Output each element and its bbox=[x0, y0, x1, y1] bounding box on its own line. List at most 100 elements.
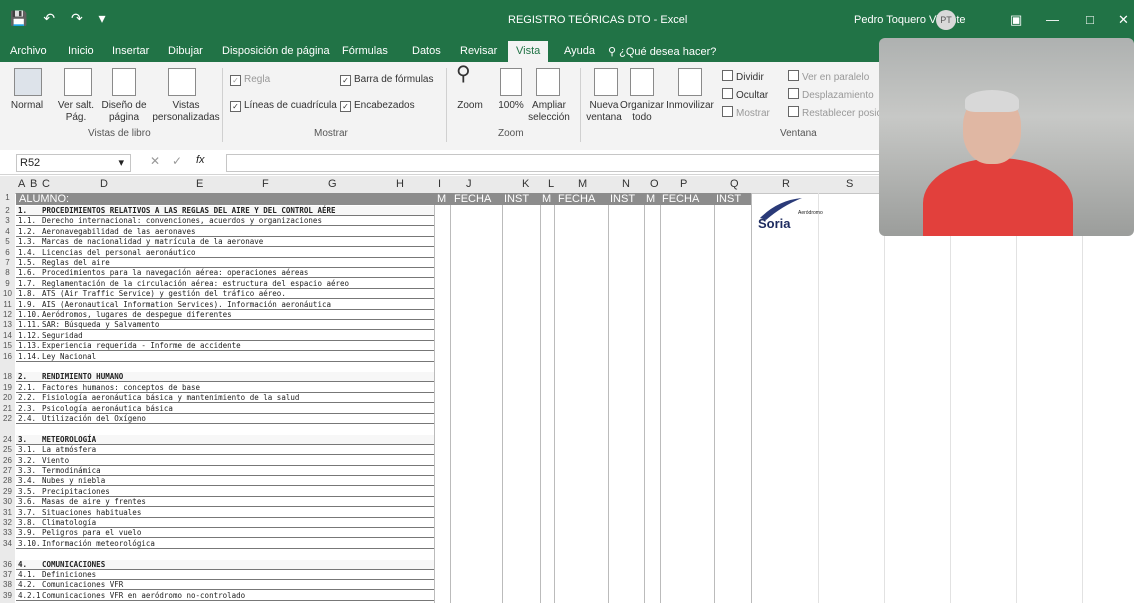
table-row[interactable]: 1.4. Licencias del personal aeronáutico bbox=[16, 248, 434, 258]
freeze-panes-icon[interactable] bbox=[678, 68, 702, 96]
cancel-icon[interactable]: ✕ bbox=[150, 154, 160, 168]
table-row[interactable]: 2. RENDIMIENTO HUMANO bbox=[16, 372, 434, 383]
tab-vista[interactable]: Vista bbox=[508, 41, 549, 62]
row-number[interactable]: 13 bbox=[0, 320, 15, 329]
reset-position-button[interactable]: Restablecer posic bbox=[788, 106, 881, 120]
column-header[interactable]: S bbox=[846, 178, 853, 190]
row-number[interactable]: 16 bbox=[0, 352, 15, 361]
table-row[interactable]: 1. PROCEDIMIENTOS RELATIVOS A LAS REGLAS … bbox=[16, 206, 434, 216]
normal-view-icon[interactable] bbox=[14, 68, 42, 96]
tab-datos[interactable]: Datos bbox=[412, 45, 441, 57]
column-header[interactable]: Q bbox=[730, 178, 739, 190]
row-number[interactable]: 32 bbox=[0, 518, 15, 527]
table-row[interactable]: 1.13. Experiencia requerida - Informe de … bbox=[16, 341, 434, 352]
table-row[interactable]: 3.1. La atmósfera bbox=[16, 445, 434, 456]
row-number[interactable]: 24 bbox=[0, 435, 15, 444]
column-header[interactable]: R bbox=[782, 178, 790, 190]
row-number[interactable]: 29 bbox=[0, 487, 15, 496]
row-number[interactable]: 14 bbox=[0, 331, 15, 340]
column-header[interactable]: B bbox=[30, 178, 37, 190]
row-number[interactable]: 25 bbox=[0, 445, 15, 454]
headings-checkbox[interactable]: ✓ Encabezados bbox=[340, 100, 415, 112]
row-number[interactable]: 1 bbox=[0, 193, 15, 202]
column-header[interactable]: I bbox=[438, 178, 441, 190]
name-box[interactable]: R52 ▾ bbox=[16, 154, 131, 172]
custom-views-button[interactable]: Vistas personalizadas bbox=[146, 100, 226, 124]
row-number[interactable]: 38 bbox=[0, 580, 15, 589]
row-number[interactable]: 11 bbox=[0, 300, 15, 309]
column-header[interactable]: M bbox=[578, 178, 587, 190]
ribbon-display-icon[interactable]: ▣ bbox=[1010, 12, 1022, 28]
table-row[interactable]: 4.1. Definiciones bbox=[16, 570, 434, 580]
hide-button[interactable]: Ocultar bbox=[722, 88, 768, 102]
row-number[interactable]: 36 bbox=[0, 560, 15, 569]
column-header[interactable]: J bbox=[466, 178, 472, 190]
column-header[interactable]: K bbox=[522, 178, 529, 190]
row-number[interactable]: 21 bbox=[0, 404, 15, 413]
table-row[interactable]: 1.7. Reglamentación de la circulación aér… bbox=[16, 279, 434, 289]
zoom-button[interactable]: Zoom bbox=[452, 100, 488, 112]
table-row[interactable]: 1.1. Derecho internacional: convenciones,… bbox=[16, 216, 434, 227]
quick-access-toolbar[interactable]: 💾 ↶ ↷ ▾ bbox=[10, 10, 112, 27]
tab-dibujar[interactable]: Dibujar bbox=[168, 45, 203, 57]
column-header[interactable]: E bbox=[196, 178, 203, 190]
table-row[interactable]: 3.9. Peligros para el vuelo bbox=[16, 528, 434, 539]
row-number[interactable]: 22 bbox=[0, 414, 15, 423]
regla-checkbox[interactable]: ✓ Regla bbox=[230, 74, 270, 86]
table-row[interactable]: 1.6. Procedimientos para la navegación aé… bbox=[16, 268, 434, 279]
row-number[interactable]: 34 bbox=[0, 539, 15, 548]
normal-view-button[interactable]: Normal bbox=[2, 100, 52, 112]
column-header[interactable]: O bbox=[650, 178, 659, 190]
row-number[interactable]: 20 bbox=[0, 393, 15, 402]
page-layout-icon[interactable] bbox=[112, 68, 136, 96]
avatar[interactable]: PT bbox=[936, 10, 956, 30]
table-row[interactable]: 1.12. Seguridad bbox=[16, 331, 434, 341]
table-row[interactable]: 1.8. ATS (Air Traffic Service) y gestión … bbox=[16, 289, 434, 300]
column-header[interactable]: N bbox=[622, 178, 630, 190]
row-number[interactable]: 12 bbox=[0, 310, 15, 319]
table-row[interactable]: 3.10. Información meteorológica bbox=[16, 539, 434, 549]
table-row[interactable]: 4.2. Comunicaciones VFR bbox=[16, 580, 434, 591]
arrange-all-icon[interactable] bbox=[630, 68, 654, 96]
table-row[interactable]: 2.3. Psicología aeronáutica básica bbox=[16, 404, 434, 414]
table-row[interactable]: 1.11. SAR: Búsqueda y Salvamento bbox=[16, 320, 434, 331]
tab-inicio[interactable]: Inicio bbox=[68, 45, 94, 57]
row-number[interactable]: 2 bbox=[0, 206, 15, 215]
tab-disposicion[interactable]: Disposición de página bbox=[222, 45, 330, 57]
table-row[interactable]: 3.6. Masas de aire y frentes bbox=[16, 497, 434, 508]
maximize-icon[interactable]: □ bbox=[1086, 12, 1094, 27]
tab-revisar[interactable]: Revisar bbox=[460, 45, 497, 57]
worksheet[interactable]: A B C D E F G H I J K L M N O P Q R S 12… bbox=[0, 176, 1134, 603]
row-number[interactable]: 19 bbox=[0, 383, 15, 392]
row-number[interactable]: 9 bbox=[0, 279, 15, 288]
row-number[interactable]: 3 bbox=[0, 216, 15, 225]
new-window-icon[interactable] bbox=[594, 68, 618, 96]
gridlines-checkbox[interactable]: ✓ Líneas de cuadrícula bbox=[230, 100, 337, 112]
row-number[interactable]: 28 bbox=[0, 476, 15, 485]
tab-formulas[interactable]: Fórmulas bbox=[342, 45, 388, 57]
column-header[interactable]: C bbox=[42, 178, 50, 190]
table-row[interactable]: 3. METEOROLOGÍA bbox=[16, 434, 434, 445]
table-row[interactable]: 1.3. Marcas de nacionalidad y matrícula d… bbox=[16, 237, 434, 248]
table-row[interactable]: 1.14. Ley Nacional bbox=[16, 352, 434, 362]
row-number[interactable]: 27 bbox=[0, 466, 15, 475]
table-row[interactable]: 3.5. Precipitaciones bbox=[16, 487, 434, 497]
table-row[interactable]: 1.5. Reglas del aire bbox=[16, 258, 434, 268]
table-row[interactable]: 3.7. Situaciones habituales bbox=[16, 508, 434, 518]
zoom-selection-button[interactable]: Ampliar selección bbox=[524, 100, 574, 124]
enter-icon[interactable]: ✓ bbox=[172, 154, 182, 168]
row-number[interactable]: 10 bbox=[0, 289, 15, 298]
custom-views-icon[interactable] bbox=[168, 68, 196, 96]
column-header[interactable]: H bbox=[396, 178, 404, 190]
table-row[interactable]: 3.3. Termodinámica bbox=[16, 466, 434, 476]
table-row[interactable]: 2.1. Factores humanos: conceptos de base bbox=[16, 383, 434, 393]
table-row[interactable]: 1.10. Aeródromos, lugares de despegue dif… bbox=[16, 310, 434, 320]
split-button[interactable]: Dividir bbox=[722, 70, 764, 84]
zoom-100-button[interactable]: 100% bbox=[494, 100, 528, 112]
column-header[interactable]: D bbox=[100, 178, 108, 190]
close-icon[interactable]: ✕ bbox=[1118, 12, 1129, 28]
row-number[interactable]: 4 bbox=[0, 227, 15, 236]
formula-bar-checkbox[interactable]: ✓ Barra de fórmulas bbox=[340, 74, 433, 86]
page-break-button[interactable]: Ver salt. Pág. bbox=[52, 100, 100, 124]
arrange-all-button[interactable]: Organizar todo bbox=[620, 100, 664, 124]
